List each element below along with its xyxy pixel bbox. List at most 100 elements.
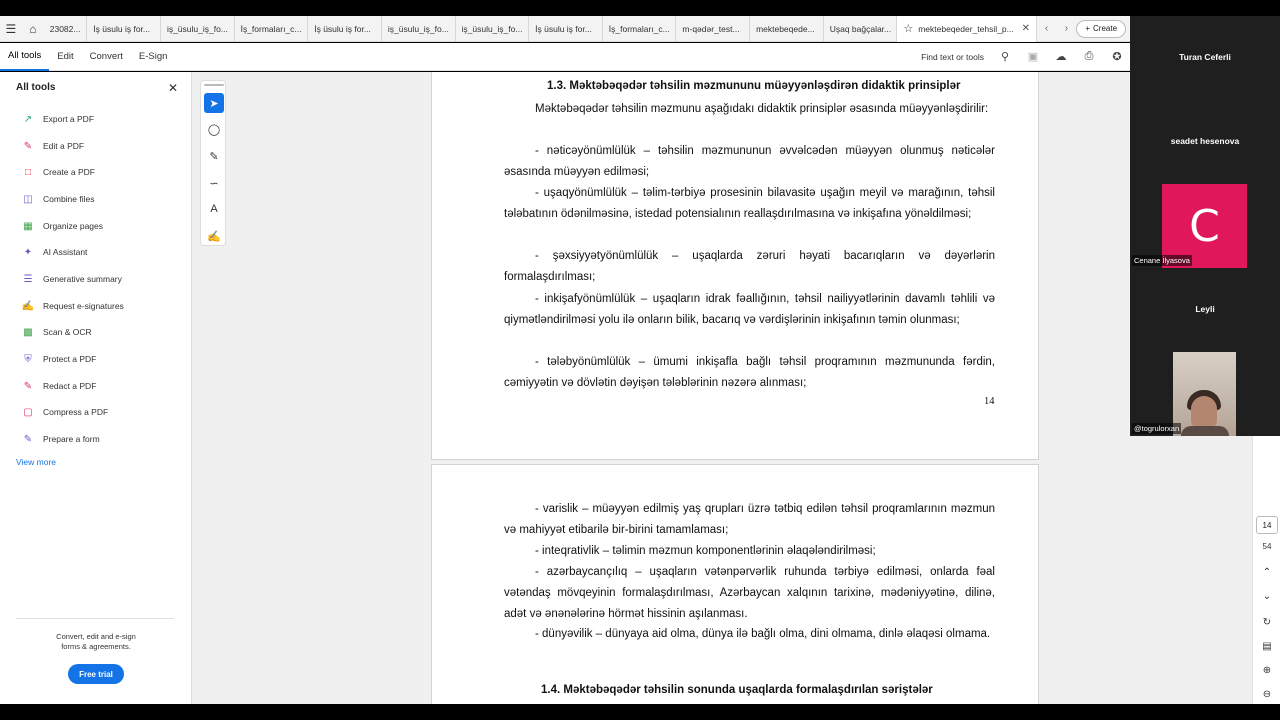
- participant-video[interactable]: [1173, 352, 1236, 436]
- print-icon[interactable]: ⎙: [1082, 50, 1096, 64]
- tool-request-esignatures[interactable]: ✍ Request e-signatures: [22, 298, 124, 314]
- participant-label: @togrulorxan: [1132, 423, 1182, 434]
- next-page-icon[interactable]: ⌄: [1258, 588, 1276, 604]
- rotate-icon[interactable]: ↻: [1258, 614, 1276, 630]
- paragraph: - azərbaycançılıq – uşaqların vətənpərvə…: [504, 566, 995, 620]
- video-figure-body: [1181, 426, 1229, 436]
- export-pdf-icon: ↗: [23, 113, 33, 125]
- pdf-page: - varislik – müəyyən edilmiş yaş qruplar…: [431, 464, 1039, 704]
- browser-tab-bar: ☰ ⌂ 23082... İş üsulu iş for... iş_üsulu…: [0, 15, 1130, 42]
- document-viewer[interactable]: ➤ ◯ ✎ ∽ A ✍ 1.3. Məktəbəqədər təhsilin m…: [192, 72, 1252, 704]
- zoom-out-icon[interactable]: ⊖: [1258, 686, 1276, 702]
- tool-scan-ocr[interactable]: ▩ Scan & OCR: [22, 324, 91, 340]
- tool-export-pdf[interactable]: ↗ Export a PDF: [22, 111, 94, 127]
- draw-freehand-icon[interactable]: ∽: [204, 173, 224, 193]
- tool-compress-pdf[interactable]: ▢ Compress a PDF: [22, 404, 108, 420]
- pdf-page: 1.3. Məktəbəqədər təhsilin məzmununu müə…: [431, 72, 1039, 460]
- close-tab-icon[interactable]: ✕: [1022, 23, 1030, 34]
- avatar-letter: C: [1189, 200, 1220, 252]
- protect-pdf-icon: ⛨: [24, 353, 32, 365]
- highlight-pen-icon[interactable]: ✎: [204, 146, 224, 166]
- browser-tab[interactable]: İş üsulu iş for...: [308, 15, 382, 42]
- total-pages: 54: [1262, 542, 1272, 551]
- browser-tab[interactable]: iş_üsulu_iş_fo...: [161, 15, 235, 42]
- page-navigation-rail: 14 54 ⌃ ⌄ ↻ ▤ ⊕ ⊖: [1252, 436, 1280, 704]
- sign-icon[interactable]: ✍: [204, 226, 224, 246]
- section-heading: 1.3. Məktəbəqədər təhsilin məzmununu müə…: [547, 80, 961, 92]
- star-icon[interactable]: ☆: [903, 22, 913, 35]
- browser-tab[interactable]: iş_üsulu_iş_fo...: [456, 15, 530, 42]
- quick-tools-strip: ➤ ◯ ✎ ∽ A ✍: [200, 80, 226, 246]
- prepare-form-icon: ✎: [23, 433, 33, 445]
- tool-combine-files[interactable]: ◫ Combine files: [22, 191, 94, 207]
- scan-ocr-icon: ▩: [23, 326, 33, 338]
- tab-scroll-right-icon[interactable]: ›: [1056, 23, 1076, 34]
- tool-edit-pdf[interactable]: ✎ Edit a PDF: [22, 138, 84, 154]
- participant-name: Turan Ceferli: [1179, 52, 1231, 62]
- browser-tab[interactable]: İş_formaları_c...: [603, 15, 677, 42]
- previous-page-icon[interactable]: ⌃: [1258, 564, 1276, 580]
- page-thumbnails-icon[interactable]: ▤: [1258, 638, 1276, 654]
- paragraph: - inteqrativlik – təlimin məzmun kompone…: [535, 545, 876, 557]
- paragraph: - nəticəyönümlülük – təhsilin məzmununun…: [504, 145, 995, 178]
- menu-icon[interactable]: ☰: [0, 16, 22, 42]
- select-cursor-icon[interactable]: ➤: [204, 93, 224, 113]
- ai-assistant-icon: ✦: [23, 246, 33, 258]
- video-call-panel: Turan Ceferli seadet hesenova C Cenane İ…: [1130, 16, 1280, 436]
- menu-convert[interactable]: Convert: [82, 43, 131, 71]
- tool-organize-pages[interactable]: ▦ Organize pages: [22, 218, 103, 234]
- tool-prepare-form[interactable]: ✎ Prepare a form: [22, 431, 100, 447]
- browser-tab[interactable]: m-qədər_test...: [676, 15, 751, 42]
- paragraph: - uşaqyönümlülük – təlim-tərbiyə prosesi…: [504, 187, 995, 220]
- paragraph: - tələbyönümlülük – ümumi inkişafla bağl…: [504, 356, 995, 389]
- tool-protect-pdf[interactable]: ⛨ Protect a PDF: [22, 351, 96, 367]
- paragraph: - varislik – müəyyən edilmiş yaş qruplar…: [504, 503, 995, 536]
- tool-create-pdf[interactable]: □ Create a PDF: [22, 164, 95, 180]
- video-figure-face: [1191, 396, 1217, 430]
- participant-label: Cenane İlyasova: [1132, 255, 1192, 266]
- upload-cloud-icon[interactable]: ☁: [1054, 50, 1068, 64]
- tool-ai-assistant[interactable]: ✦ AI Assistant: [22, 244, 88, 260]
- browser-tab[interactable]: İş üsulu iş for...: [87, 15, 161, 42]
- section-heading: 1.4. Məktəbəqədər təhsilin sonunda uşaql…: [541, 684, 933, 696]
- browser-tab[interactable]: İş üsulu iş for...: [529, 15, 603, 42]
- free-trial-button[interactable]: Free trial: [68, 664, 124, 684]
- find-text-label[interactable]: Find text or tools: [921, 52, 984, 62]
- combine-files-icon: ◫: [23, 193, 33, 205]
- paragraph: - şəxsiyyətyönümlülük – uşaqlarda zəruri…: [504, 250, 995, 283]
- home-icon[interactable]: ⌂: [22, 16, 44, 42]
- tab-scroll-left-icon[interactable]: ‹: [1037, 23, 1057, 34]
- create-button[interactable]: + Create: [1076, 19, 1127, 38]
- view-more-link[interactable]: View more: [16, 457, 56, 467]
- browser-tab[interactable]: 23082...: [44, 15, 88, 42]
- text-box-icon[interactable]: A: [204, 199, 224, 219]
- promo-line: Convert, edit and e-sign: [56, 632, 136, 641]
- browser-tab[interactable]: Uşaq bağçalar...: [824, 15, 898, 42]
- page-number: 14: [984, 396, 995, 407]
- tool-generative-summary[interactable]: ☰ Generative summary: [22, 271, 122, 287]
- promo-text: Convert, edit and e-sign forms & agreeme…: [16, 632, 176, 652]
- menu-edit[interactable]: Edit: [49, 43, 81, 71]
- save-icon[interactable]: ▣: [1026, 50, 1040, 64]
- ai-assistant-toolbar-icon[interactable]: ✪: [1110, 50, 1124, 64]
- browser-tab[interactable]: mektebeqede...: [750, 15, 824, 42]
- search-icon[interactable]: ⚲: [998, 50, 1012, 64]
- compress-pdf-icon: ▢: [23, 406, 33, 418]
- paragraph: Məktəbəqədər təhsilin məzmunu aşağıdakı …: [535, 103, 989, 115]
- menu-esign[interactable]: E-Sign: [131, 43, 176, 71]
- paragraph: - dünyəvilik – dünyaya aid olma, dünya i…: [535, 628, 991, 640]
- request-esign-icon: ✍: [21, 300, 35, 312]
- menu-all-tools[interactable]: All tools: [0, 43, 50, 71]
- current-page-input[interactable]: 14: [1256, 516, 1278, 534]
- add-comment-icon[interactable]: ◯: [204, 119, 224, 139]
- promo-line: forms & agreements.: [61, 642, 131, 651]
- top-black-bar: [0, 0, 1280, 16]
- drag-grip[interactable]: [204, 84, 224, 86]
- browser-tab-active[interactable]: ☆ mektebeqeder_tehsil_p... ✕: [897, 15, 1037, 42]
- browser-tab[interactable]: İş_formaları_c...: [235, 15, 309, 42]
- browser-tab[interactable]: iş_üsulu_iş_fo...: [382, 15, 456, 42]
- tool-redact-pdf[interactable]: ✎ Redact a PDF: [22, 378, 97, 394]
- close-panel-icon[interactable]: ✕: [168, 81, 178, 95]
- zoom-in-icon[interactable]: ⊕: [1258, 662, 1276, 678]
- generative-summary-icon: ☰: [23, 273, 33, 285]
